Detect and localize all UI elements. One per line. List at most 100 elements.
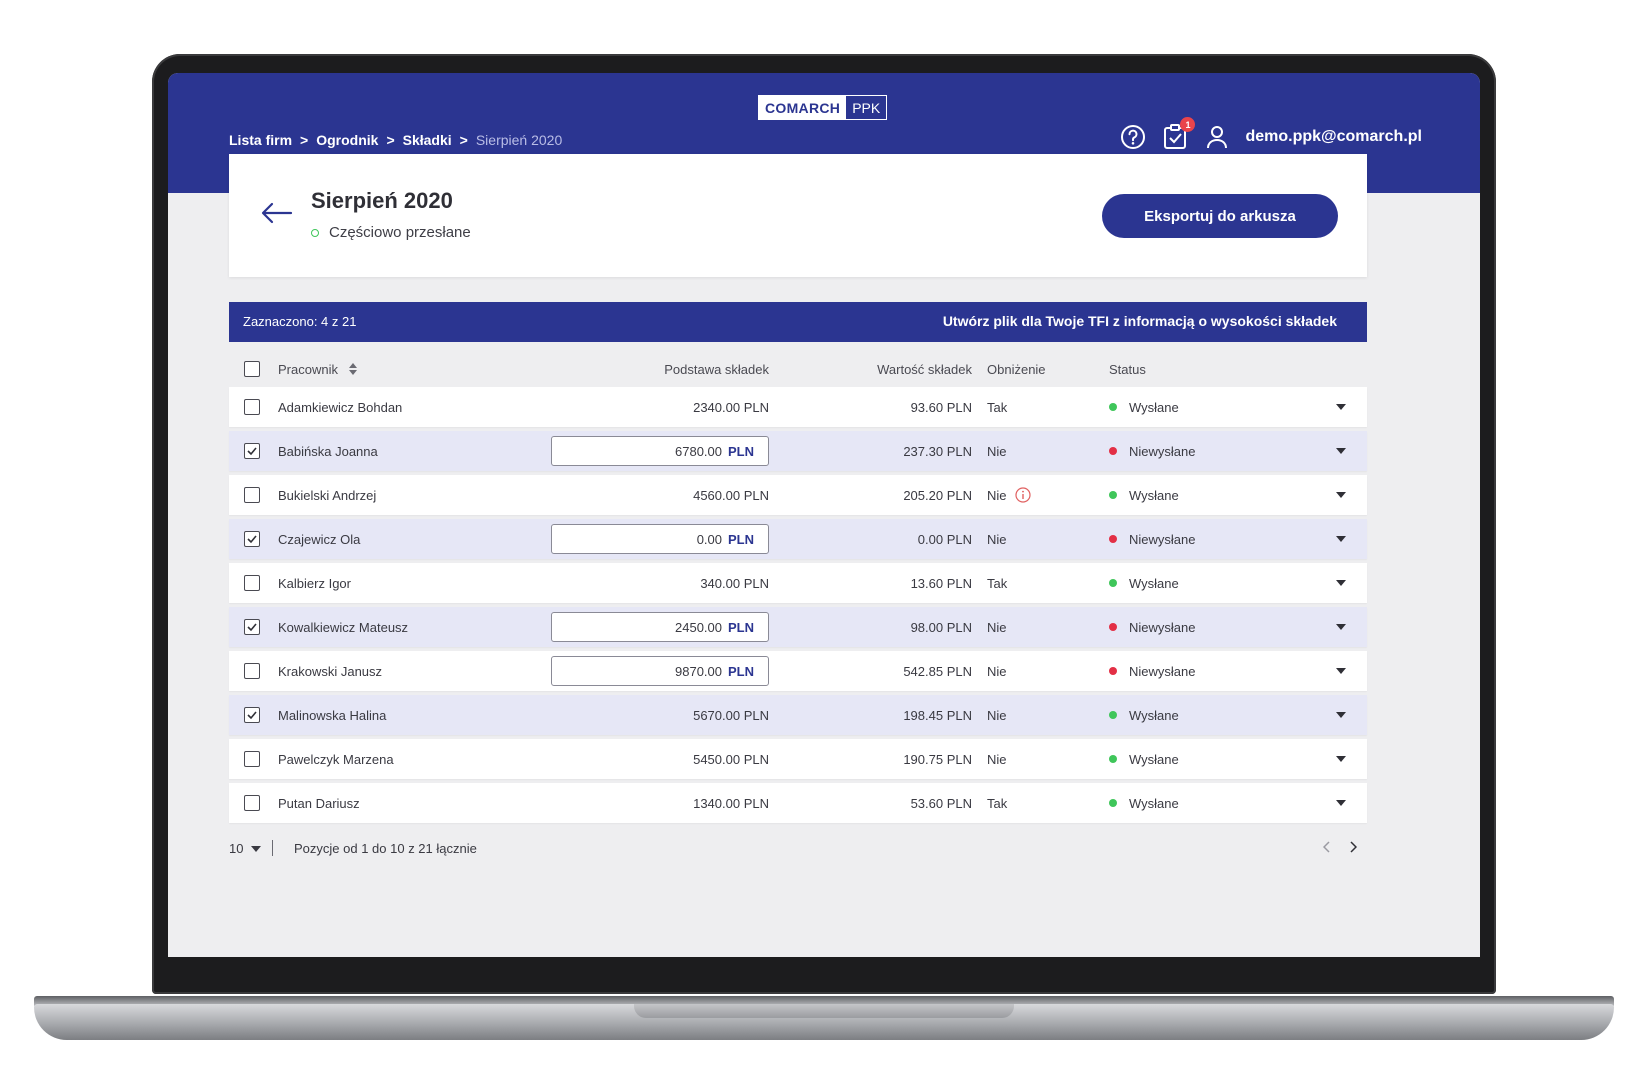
breadcrumb-skladki[interactable]: Składki xyxy=(403,132,452,148)
status-text: Niewysłane xyxy=(1129,531,1196,547)
row-checkbox[interactable] xyxy=(244,707,260,723)
reduction-value: Nie xyxy=(987,707,1007,723)
table-row[interactable]: Kowalkiewicz Mateusz 2450.00 PLN 98.00 PL… xyxy=(229,607,1367,647)
row-checkbox[interactable] xyxy=(244,531,260,547)
breadcrumb-current: Sierpień 2020 xyxy=(475,132,563,148)
breadcrumb: Lista firm > Ogrodnik > Składki > Sierpi… xyxy=(229,132,562,148)
status-ring-icon xyxy=(311,228,319,237)
contribution-value: 98.00 PLN xyxy=(910,619,972,635)
reduction-value: Tak xyxy=(987,399,1008,415)
comarch-ppk-logo[interactable]: COMARCH PPK xyxy=(758,95,888,120)
breadcrumb-separator: > xyxy=(300,132,309,148)
base-input[interactable]: 9870.00 PLN xyxy=(551,656,769,686)
row-checkbox[interactable] xyxy=(244,795,260,811)
next-page-icon[interactable] xyxy=(1347,839,1359,855)
expand-row-button[interactable] xyxy=(1329,387,1353,427)
table-footer: 10 Pozycje od 1 do 10 z 21 łącznie xyxy=(229,837,1367,861)
expand-row-button[interactable] xyxy=(1329,475,1353,515)
contribution-value: 190.75 PLN xyxy=(903,751,972,767)
contribution-value: 13.60 PLN xyxy=(910,575,972,591)
user-email[interactable]: demo.ppk@comarch.pl xyxy=(1245,128,1422,146)
sort-icon[interactable] xyxy=(348,363,358,375)
back-arrow-icon[interactable] xyxy=(261,202,293,224)
header-employee[interactable]: Pracownik xyxy=(278,362,338,377)
table-row[interactable]: Krakowski Janusz 9870.00 PLN 542.85 PLN N… xyxy=(229,651,1367,691)
expand-row-button[interactable] xyxy=(1329,651,1353,691)
row-checkbox[interactable] xyxy=(244,399,260,415)
expand-row-button[interactable] xyxy=(1329,563,1353,603)
currency-label: PLN xyxy=(728,619,754,635)
select-all-checkbox[interactable] xyxy=(244,361,260,377)
table-row[interactable]: Pawelczyk Marzena 5450.00 PLN 190.75 PLN… xyxy=(229,739,1367,779)
expand-row-button[interactable] xyxy=(1329,695,1353,735)
table-row[interactable]: Bukielski Andrzej 4560.00 PLN 205.20 PLN… xyxy=(229,475,1367,515)
base-value: 5450.00 PLN xyxy=(693,751,769,767)
contribution-value: 0.00 PLN xyxy=(917,531,972,547)
breadcrumb-lista-firm[interactable]: Lista firm xyxy=(229,132,292,148)
row-checkbox[interactable] xyxy=(244,751,260,767)
contribution-value: 198.45 PLN xyxy=(903,707,972,723)
header-reduction: Obniżenie xyxy=(987,361,1046,377)
employee-name: Babińska Joanna xyxy=(278,443,378,459)
row-checkbox[interactable] xyxy=(244,575,260,591)
row-checkbox[interactable] xyxy=(244,443,260,459)
base-input[interactable]: 6780.00 PLN xyxy=(551,436,769,466)
expand-row-button[interactable] xyxy=(1329,431,1353,471)
table-row[interactable]: Malinowska Halina 5670.00 PLN 198.45 PLN… xyxy=(229,695,1367,735)
reduction-value: Nie xyxy=(987,487,1007,503)
chevron-down-icon xyxy=(1336,712,1346,718)
page-title: Sierpień 2020 xyxy=(311,188,453,213)
tasks-icon[interactable]: 1 xyxy=(1161,117,1196,151)
expand-row-button[interactable] xyxy=(1329,519,1353,559)
expand-row-button[interactable] xyxy=(1329,607,1353,647)
chevron-down-icon xyxy=(1336,492,1346,498)
status-dot-icon xyxy=(1109,491,1117,499)
divider xyxy=(272,840,273,856)
previous-page-icon[interactable] xyxy=(1321,839,1333,855)
base-input[interactable]: 0.00 PLN xyxy=(551,524,769,554)
create-file-button[interactable]: Utwórz plik dla Twoje TFI z informacją o… xyxy=(943,313,1337,329)
status-text: Wysłane xyxy=(1129,795,1179,811)
base-value: 4560.00 PLN xyxy=(693,487,769,503)
row-checkbox[interactable] xyxy=(244,663,260,679)
laptop-notch xyxy=(634,1004,1014,1018)
selection-bar: Zaznaczono: 4 z 21 Utwórz plik dla Twoje… xyxy=(229,302,1367,342)
info-icon[interactable] xyxy=(1014,487,1031,503)
status-text: Wysłane xyxy=(1129,707,1179,723)
reduction-value: Nie xyxy=(987,751,1007,767)
base-input-value: 9870.00 xyxy=(675,663,722,679)
selection-count: Zaznaczono: 4 z 21 xyxy=(243,314,357,329)
employee-name: Bukielski Andrzej xyxy=(278,487,377,503)
table-row[interactable]: Putan Dariusz 1340.00 PLN 53.60 PLN Tak … xyxy=(229,783,1367,823)
base-input-value: 2450.00 xyxy=(675,619,722,635)
page-size-select[interactable]: 10 xyxy=(229,841,262,856)
chevron-down-icon xyxy=(1336,624,1346,630)
status-dot-icon xyxy=(1109,667,1117,675)
employee-name: Pawelczyk Marzena xyxy=(278,751,394,767)
row-checkbox[interactable] xyxy=(244,487,260,503)
status-text: Wysłane xyxy=(1129,575,1179,591)
table-row[interactable]: Adamkiewicz Bohdan 2340.00 PLN 93.60 PLN… xyxy=(229,387,1367,427)
help-icon[interactable] xyxy=(1119,123,1147,151)
status-dot-icon xyxy=(1109,799,1117,807)
table-body: Adamkiewicz Bohdan 2340.00 PLN 93.60 PLN… xyxy=(229,387,1367,827)
pagination-range: Pozycje od 1 do 10 z 21 łącznie xyxy=(294,841,477,856)
table-row[interactable]: Babińska Joanna 6780.00 PLN 237.30 PLN Ni… xyxy=(229,431,1367,471)
status-dot-icon xyxy=(1109,447,1117,455)
user-icon[interactable] xyxy=(1203,123,1231,151)
expand-row-button[interactable] xyxy=(1329,783,1353,823)
table-row[interactable]: Kalbierz Igor 340.00 PLN 13.60 PLN Tak W… xyxy=(229,563,1367,603)
base-input[interactable]: 2450.00 PLN xyxy=(551,612,769,642)
row-checkbox[interactable] xyxy=(244,619,260,635)
table-row[interactable]: Czajewicz Ola 0.00 PLN 0.00 PLN Nie Niewy… xyxy=(229,519,1367,559)
breadcrumb-ogrodnik[interactable]: Ogrodnik xyxy=(316,132,378,148)
employee-name: Kowalkiewicz Mateusz xyxy=(278,619,409,635)
export-button[interactable]: Eksportuj do arkusza xyxy=(1102,194,1338,238)
employee-name: Czajewicz Ola xyxy=(278,531,361,547)
base-value: 1340.00 PLN xyxy=(693,795,769,811)
expand-row-button[interactable] xyxy=(1329,739,1353,779)
employee-name: Putan Dariusz xyxy=(278,795,360,811)
pager xyxy=(1321,839,1359,855)
status-dot-icon xyxy=(1109,623,1117,631)
employee-name: Kalbierz Igor xyxy=(278,575,351,591)
